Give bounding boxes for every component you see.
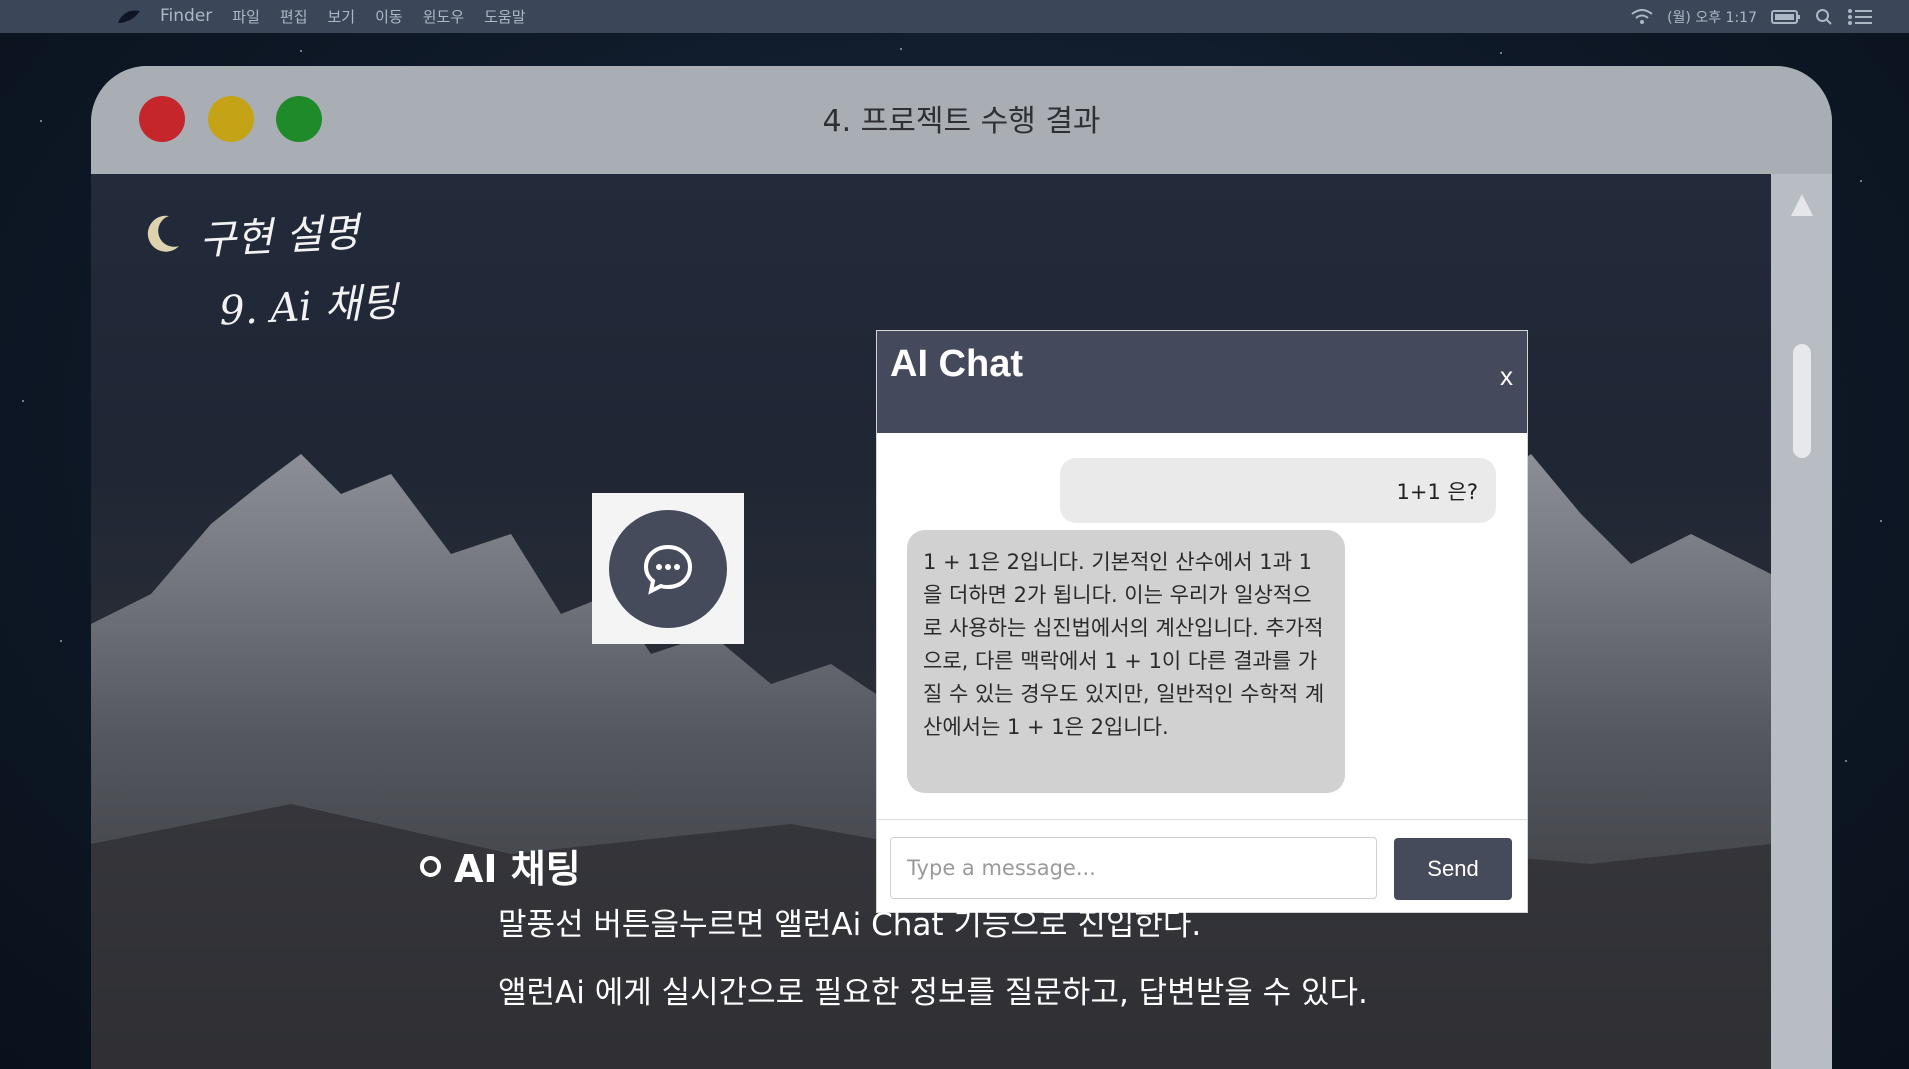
ai-message: 1 + 1은 2입니다. 기본적인 산수에서 1과 1을 더하면 2가 됩니다.… bbox=[907, 530, 1345, 793]
chat-launcher-circle[interactable] bbox=[609, 509, 727, 628]
window-titlebar: 4. 프로젝트 수행 결과 bbox=[91, 66, 1832, 174]
menu-help[interactable]: 도움말 bbox=[484, 6, 525, 27]
section-subheading: 9. Ai 채팅 bbox=[218, 279, 400, 335]
feature-description-line-2: 앨런Ai 에게 실시간으로 필요한 정보를 질문하고, 답변받을 수 있다. bbox=[498, 975, 1368, 1011]
menu-items: Finder 파일 편집 보기 이동 윈도우 도움말 bbox=[160, 6, 526, 27]
presentation-window: 4. 프로젝트 수행 결과 구현 설명 9. Ai 채팅 AI Chat x 1… bbox=[91, 66, 1832, 1069]
chat-bubble-icon bbox=[643, 544, 693, 595]
feature-description-line-1: 말풍선 버튼을누르면 앨런Ai Chat 기능으로 진입한다. bbox=[498, 907, 1202, 943]
menu-bar: Finder 파일 편집 보기 이동 윈도우 도움말 (월) 오후 1:17 bbox=[0, 0, 1909, 33]
feature-title: AI 채팅 bbox=[454, 847, 581, 891]
menu-finder[interactable]: Finder bbox=[160, 6, 212, 27]
status-area: (월) 오후 1:17 bbox=[1631, 0, 1873, 33]
menu-edit[interactable]: 편집 bbox=[280, 6, 308, 27]
chat-close-button[interactable]: x bbox=[1500, 361, 1513, 392]
window-title: 4. 프로젝트 수행 결과 bbox=[822, 104, 1101, 139]
send-button[interactable]: Send bbox=[1394, 838, 1512, 900]
bullet-icon bbox=[420, 856, 441, 877]
chat-divider bbox=[877, 819, 1527, 820]
chat-message-input[interactable] bbox=[890, 837, 1377, 899]
user-message: 1+1 은? bbox=[1060, 458, 1496, 523]
chat-title: AI Chat bbox=[890, 343, 1023, 385]
app-logo-icon[interactable] bbox=[116, 9, 142, 25]
menu-go[interactable]: 이동 bbox=[375, 6, 403, 27]
spotlight-search-icon[interactable] bbox=[1815, 8, 1833, 26]
clock[interactable]: (월) 오후 1:17 bbox=[1667, 7, 1757, 27]
menu-view[interactable]: 보기 bbox=[328, 6, 356, 27]
scroll-up-arrow-icon[interactable] bbox=[1791, 194, 1813, 216]
vertical-scrollbar[interactable] bbox=[1771, 174, 1832, 1069]
slide-content: 구현 설명 9. Ai 채팅 AI Chat x 1+1 은? 1 + 1은 2… bbox=[91, 174, 1771, 1069]
scrollbar-thumb[interactable] bbox=[1793, 344, 1811, 458]
wifi-icon[interactable] bbox=[1631, 8, 1653, 25]
moon-icon bbox=[147, 215, 179, 252]
control-center-icon[interactable] bbox=[1847, 8, 1873, 26]
section-heading: 구현 설명 bbox=[198, 209, 361, 265]
menu-window[interactable]: 윈도우 bbox=[423, 6, 464, 27]
chat-launcher-button[interactable] bbox=[592, 493, 744, 644]
ai-chat-panel: AI Chat x 1+1 은? 1 + 1은 2입니다. 기본적인 산수에서 … bbox=[877, 331, 1527, 912]
chat-header: AI Chat x bbox=[877, 331, 1527, 433]
battery-icon[interactable] bbox=[1771, 9, 1801, 25]
menu-file[interactable]: 파일 bbox=[232, 6, 260, 27]
